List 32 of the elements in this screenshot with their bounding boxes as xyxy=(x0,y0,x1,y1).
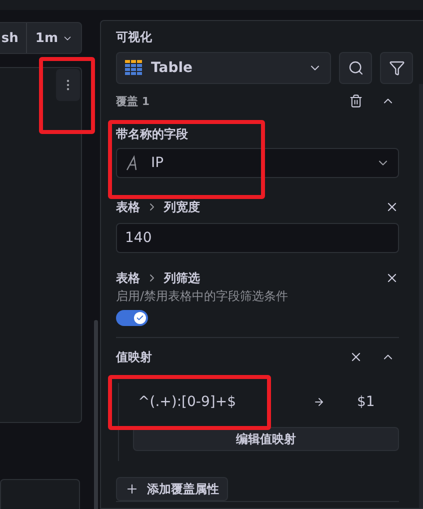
close-button[interactable] xyxy=(349,350,363,364)
filter-button[interactable] xyxy=(380,52,413,84)
close-button[interactable] xyxy=(385,271,399,285)
refresh-button[interactable]: sh xyxy=(0,23,26,53)
plus-icon xyxy=(125,482,139,496)
field-select[interactable]: IP xyxy=(116,148,399,178)
edit-mappings-button[interactable]: 编辑值映射 xyxy=(133,427,399,451)
property-description: 启用/禁用表格中的字段筛选条件 xyxy=(116,288,290,305)
property-label: 带名称的字段 xyxy=(116,126,189,143)
delete-button[interactable] xyxy=(349,94,363,108)
mapping-result: $1 xyxy=(357,394,376,410)
table-icon xyxy=(125,60,143,76)
override-title: 覆盖 1 xyxy=(116,94,150,108)
number-input[interactable]: 140 xyxy=(116,223,399,253)
search-button[interactable] xyxy=(339,52,372,84)
interval-dropdown[interactable]: 1m xyxy=(26,23,81,53)
toggle-switch[interactable] xyxy=(116,310,148,326)
search-icon xyxy=(348,60,364,76)
section-title: 可视化 xyxy=(116,29,153,46)
section-title: 值映射 xyxy=(116,348,153,366)
property-label: 列筛选 xyxy=(164,270,200,286)
mapping-pattern: ^(.+):[0-9]+$ xyxy=(138,394,237,410)
arrow-right-icon xyxy=(313,396,325,408)
add-override-button[interactable]: 添加覆盖属性 xyxy=(116,477,228,501)
check-icon xyxy=(136,314,144,322)
trash-icon xyxy=(349,94,363,108)
property-label: 表格 xyxy=(116,270,140,286)
property-label: 列宽度 xyxy=(164,198,200,216)
property-label: 表格 xyxy=(116,198,140,216)
close-button[interactable] xyxy=(385,200,399,214)
visualization-select[interactable]: Table xyxy=(116,52,331,84)
funnel-icon xyxy=(388,60,404,76)
